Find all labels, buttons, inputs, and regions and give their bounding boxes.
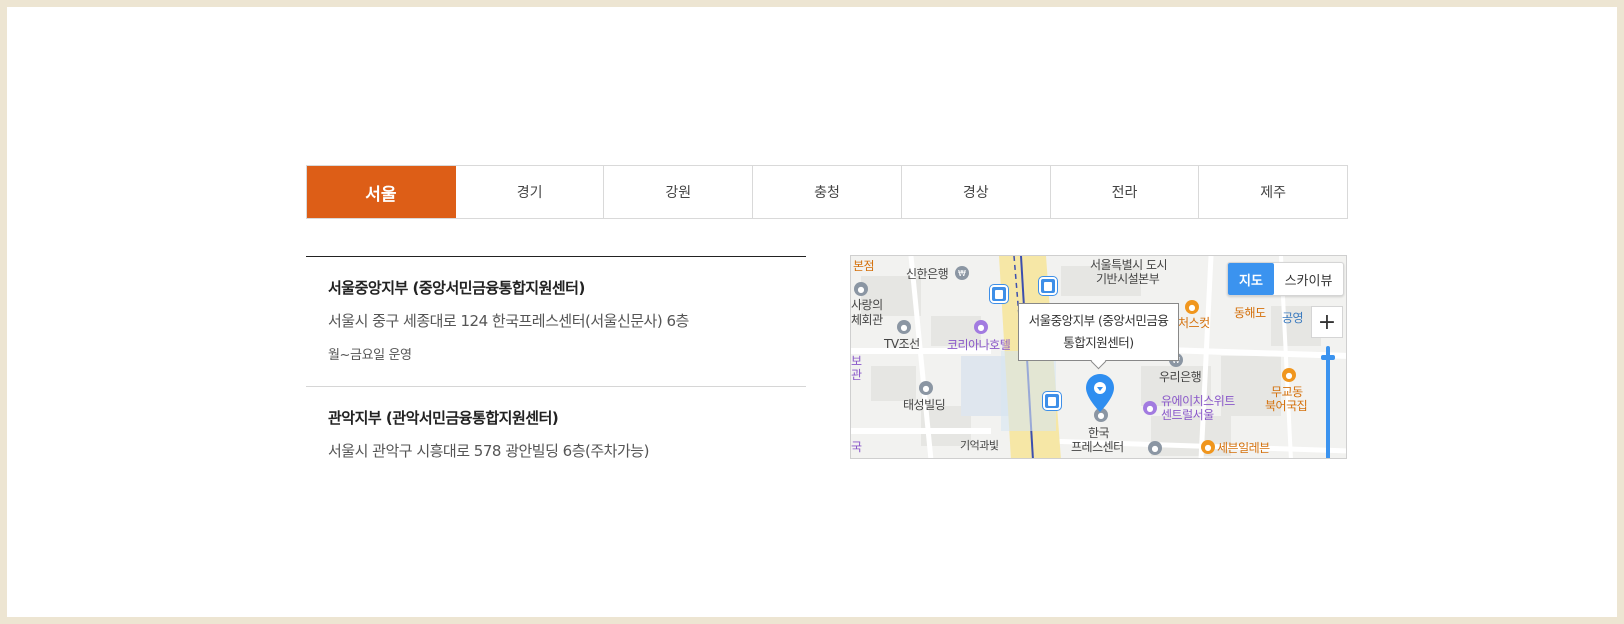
tab-seoul[interactable]: 서울 bbox=[307, 166, 456, 218]
branch-address: 서울시 중구 세종대로 124 한국프레스센터(서울신문사) 6층 bbox=[328, 312, 689, 330]
map-label: 기반시설본부 bbox=[1096, 272, 1160, 286]
convenience-store-icon: ● bbox=[1201, 440, 1215, 454]
map-type-control: 지도 스카이뷰 bbox=[1227, 262, 1344, 296]
tab-chungcheong[interactable]: 충청 bbox=[753, 166, 902, 218]
map-label: 본점 bbox=[853, 259, 875, 273]
branch-map[interactable]: 본점 신한은행 ₩ 서울특별시 도시 기반시설본부 ● 사랑의 체회관 ● TV… bbox=[850, 255, 1347, 459]
tab-jeju[interactable]: 제주 bbox=[1199, 166, 1349, 218]
map-label: 우리은행 bbox=[1159, 370, 1202, 384]
map-label: 국 bbox=[851, 440, 862, 454]
restaurant-icon: ● bbox=[1282, 368, 1296, 382]
map-type-skyview-button[interactable]: 스카이뷰 bbox=[1274, 263, 1343, 295]
tab-jeolla[interactable]: 전라 bbox=[1050, 166, 1200, 218]
bank-icon: ₩ bbox=[955, 266, 969, 280]
place-icon: ● bbox=[1148, 441, 1162, 455]
tv-station-icon: ● bbox=[897, 320, 911, 334]
branch-list: 서울중앙지부 (중앙서민금융통합지원센터) 서울시 중구 세종대로 124 한국… bbox=[306, 256, 806, 459]
map-label: 세븐일레븐 bbox=[1217, 441, 1270, 455]
map-label: 공영 bbox=[1282, 311, 1304, 325]
tab-gangwon[interactable]: 강원 bbox=[604, 166, 754, 218]
building-icon: ● bbox=[919, 381, 933, 395]
branch-item[interactable]: 서울중앙지부 (중앙서민금융통합지원센터) 서울시 중구 세종대로 124 한국… bbox=[306, 257, 806, 387]
map-info-line: 서울중앙지부 (중앙서민금융 bbox=[1028, 313, 1169, 328]
page-frame bbox=[7, 7, 1617, 617]
zoom-handle[interactable] bbox=[1321, 355, 1335, 360]
map-label: 북어국집 bbox=[1265, 399, 1308, 413]
branch-name: 서울중앙지부 (중앙서민금융통합지원센터) bbox=[328, 279, 585, 297]
map-label: 처스컷 bbox=[1178, 316, 1210, 330]
branch-hours: 월~금요일 운영 bbox=[328, 348, 412, 363]
map-label: 태성빌딩 bbox=[903, 398, 946, 412]
map-label: 기억과빛 bbox=[960, 439, 999, 452]
place-icon: ● bbox=[854, 282, 868, 296]
map-info-window: 서울중앙지부 (중앙서민금융 통합지원센터) bbox=[1018, 303, 1179, 361]
map-label: 체회관 bbox=[851, 313, 883, 327]
bus-stop-icon[interactable] bbox=[1043, 392, 1061, 410]
tab-gyeongsang[interactable]: 경상 bbox=[901, 166, 1051, 218]
map-label: 동해도 bbox=[1234, 306, 1266, 320]
zoom-in-button[interactable]: + bbox=[1311, 306, 1343, 338]
region-tabs: 서울 경기 강원 충청 경상 전라 제주 bbox=[306, 165, 1349, 219]
hotel-icon: ● bbox=[974, 320, 988, 334]
bus-stop-icon[interactable] bbox=[1039, 277, 1057, 295]
hotel-icon: ● bbox=[1143, 401, 1157, 415]
restaurant-icon: ● bbox=[1185, 300, 1199, 314]
zoom-slider[interactable] bbox=[1321, 346, 1335, 458]
map-type-map-button[interactable]: 지도 bbox=[1228, 263, 1274, 295]
map-info-line: 통합지원센터) bbox=[1063, 335, 1134, 350]
branch-address: 서울시 관악구 시흥대로 578 광안빌딩 6층(주차가능) bbox=[328, 442, 649, 459]
map-label: 코리아나호텔 bbox=[947, 338, 1011, 352]
branch-item[interactable]: 관악지부 (관악서민금융통합지원센터) 서울시 관악구 시흥대로 578 광안빌… bbox=[306, 387, 806, 459]
bus-stop-icon[interactable] bbox=[990, 285, 1008, 303]
branch-name: 관악지부 (관악서민금융통합지원센터) bbox=[328, 409, 559, 427]
map-label: 프레스센터 bbox=[1071, 440, 1124, 454]
map-label: 센트럴서울 bbox=[1161, 408, 1214, 422]
location-pin-icon[interactable] bbox=[1085, 373, 1115, 413]
map-label: TV조선 bbox=[884, 337, 920, 351]
map-label: 관 bbox=[851, 368, 862, 382]
zoom-track bbox=[1326, 346, 1330, 458]
tab-gyeonggi[interactable]: 경기 bbox=[455, 166, 605, 218]
map-label: 신한은행 bbox=[906, 267, 949, 281]
